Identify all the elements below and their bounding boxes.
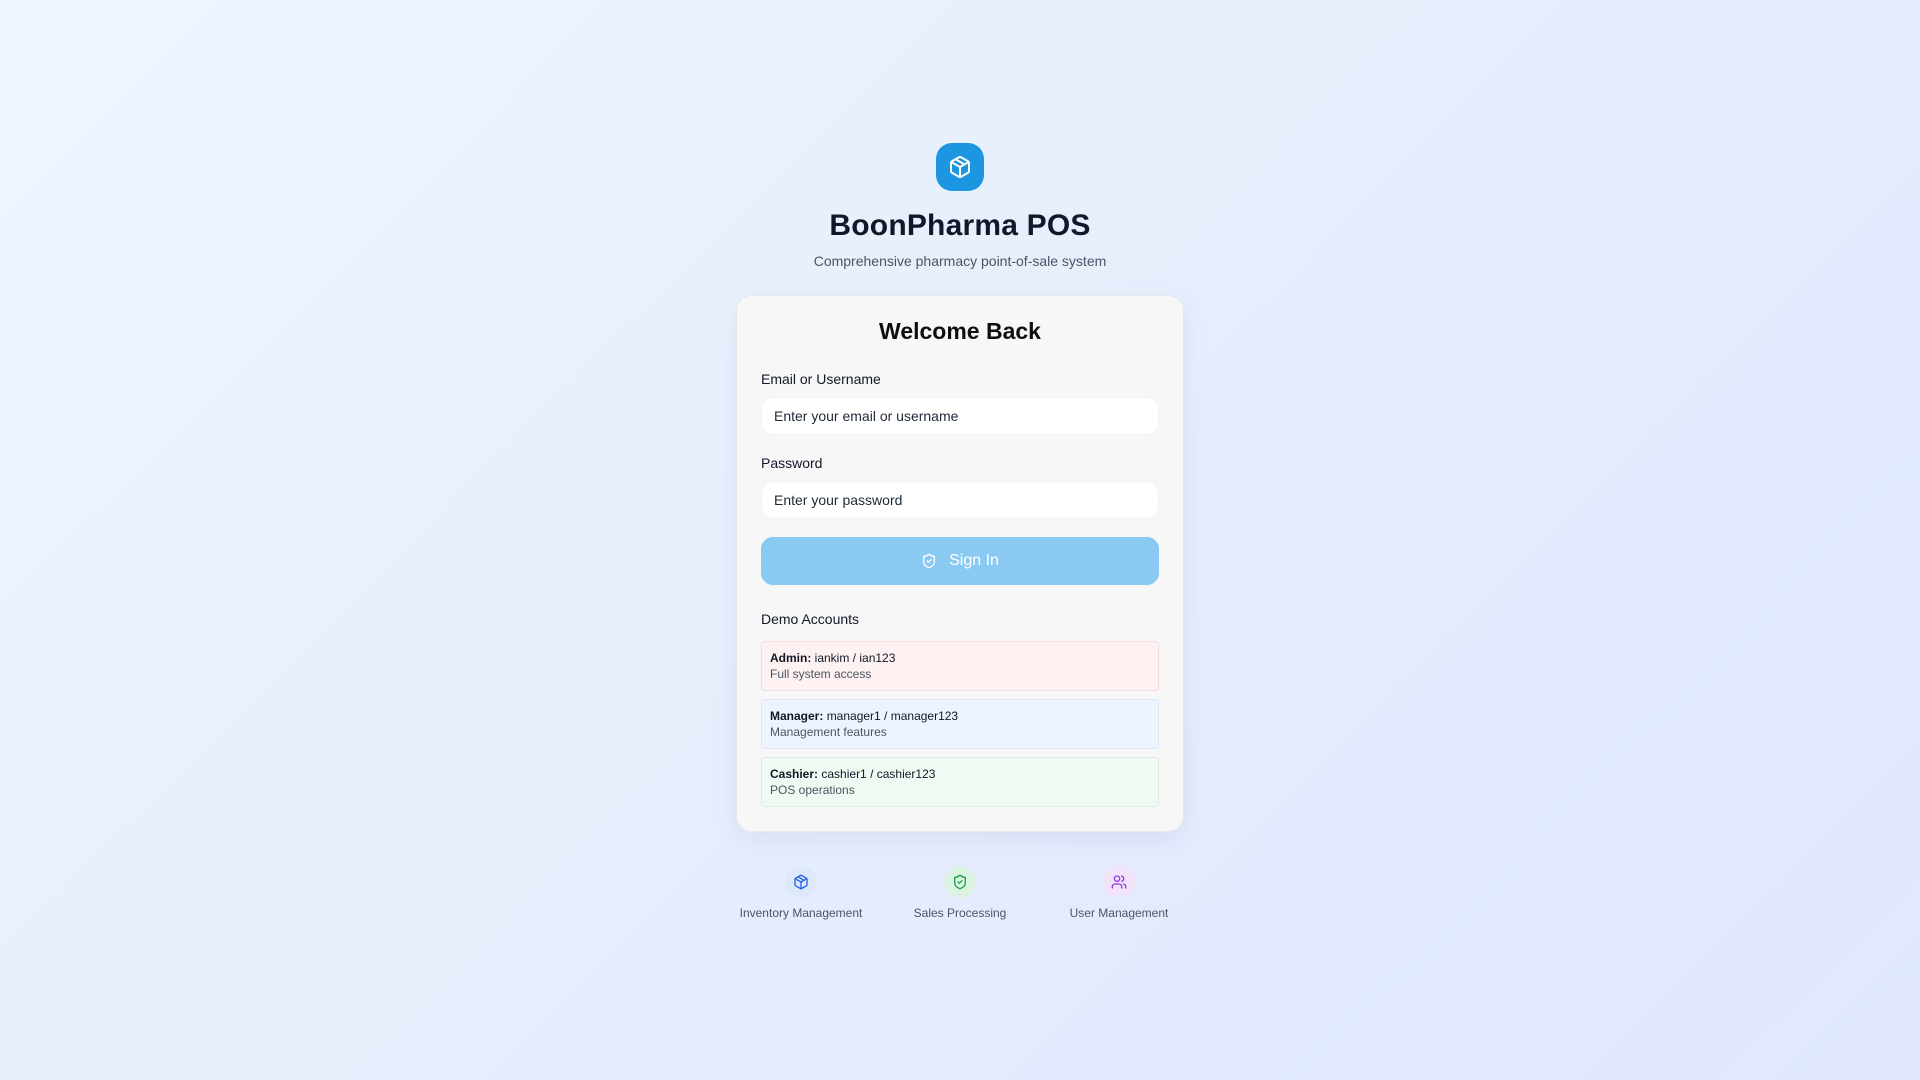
demo-account-credentials: iankim / ian123 [814, 651, 896, 665]
demo-account-admin[interactable]: Admin: iankim / ian123 Full system acces… [761, 641, 1159, 691]
feature-icon-badge [785, 866, 817, 898]
sign-in-button[interactable]: Sign In [761, 537, 1159, 585]
demo-account-line: Manager: manager1 / manager123 [770, 708, 1150, 724]
email-field-group: Email or Username [761, 371, 1159, 435]
feature-label: User Management [1069, 906, 1169, 920]
feature-label: Inventory Management [739, 906, 863, 920]
password-field-group: Password [761, 455, 1159, 519]
shield-check-icon [954, 874, 966, 890]
package-icon [950, 156, 970, 178]
demo-account-credentials: manager1 / manager123 [826, 709, 959, 723]
demo-account-role: Admin: [770, 651, 812, 665]
demo-account-description: Full system access [770, 667, 872, 681]
login-card: Welcome Back Email or Username Password … [736, 295, 1184, 832]
app-logo [936, 143, 984, 191]
users-icon [1111, 875, 1127, 889]
demo-account-manager[interactable]: Manager: manager1 / manager123 Managemen… [761, 699, 1159, 749]
sign-in-label: Sign In [949, 552, 999, 569]
demo-accounts-title: Demo Accounts [761, 611, 860, 627]
login-page: BoonPharma POS Comprehensive pharmacy po… [736, 143, 1184, 920]
password-input[interactable] [761, 481, 1159, 519]
email-label: Email or Username [761, 371, 881, 387]
demo-accounts-list: Admin: iankim / ian123 Full system acces… [761, 641, 1159, 807]
package-icon [794, 874, 808, 890]
demo-account-credentials: cashier1 / cashier123 [821, 767, 936, 781]
demo-account-description: POS operations [770, 783, 855, 797]
feature-sales: Sales Processing [895, 866, 1025, 920]
card-title: Welcome Back [879, 318, 1041, 344]
email-input[interactable] [761, 397, 1159, 435]
demo-account-role: Cashier: [770, 767, 819, 781]
demo-account-description: Management features [770, 725, 887, 739]
password-label: Password [761, 455, 823, 471]
app-title: BoonPharma POS [829, 209, 1091, 242]
feature-list: Inventory Management Sales Processing Us… [736, 866, 1184, 920]
app-subtitle: Comprehensive pharmacy point-of-sale sys… [813, 253, 1107, 269]
shield-check-icon [923, 553, 936, 569]
demo-account-cashier[interactable]: Cashier: cashier1 / cashier123 POS opera… [761, 757, 1159, 807]
feature-icon-badge [944, 866, 976, 898]
feature-inventory: Inventory Management [736, 866, 866, 920]
feature-label: Sales Processing [913, 906, 1007, 920]
demo-account-line: Admin: iankim / ian123 [770, 650, 1150, 666]
feature-icon-badge [1103, 866, 1135, 898]
demo-account-line: Cashier: cashier1 / cashier123 [770, 766, 1150, 782]
demo-account-role: Manager: [770, 709, 824, 723]
feature-users: User Management [1054, 866, 1184, 920]
